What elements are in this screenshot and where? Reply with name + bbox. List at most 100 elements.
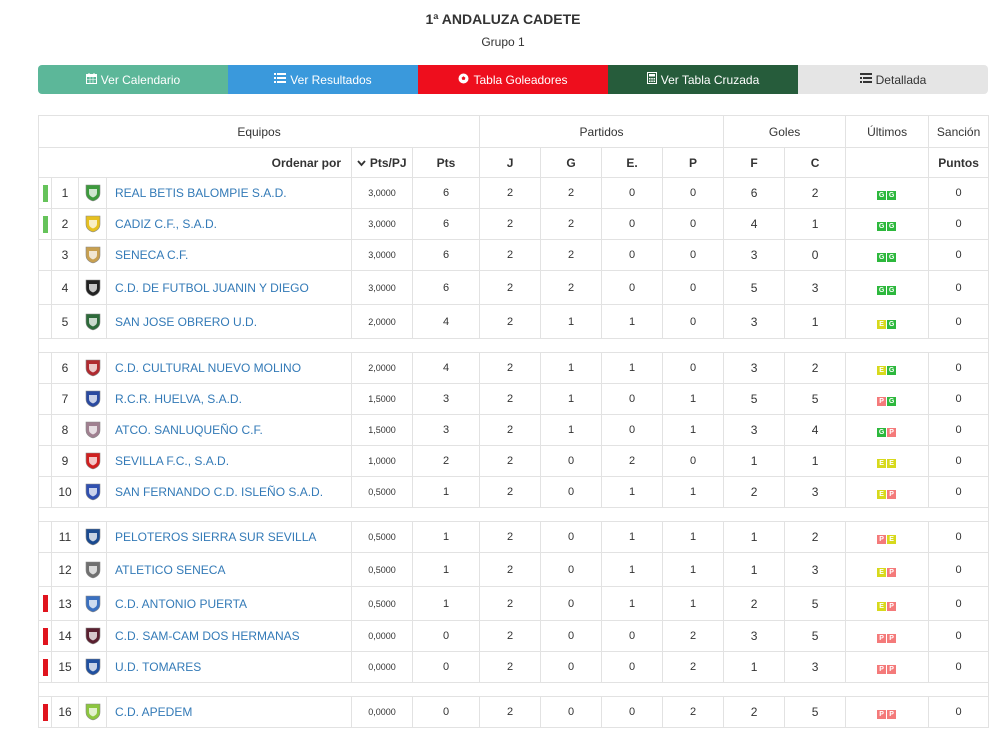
- f-cell: 2: [723, 476, 786, 508]
- g-cell: 0: [540, 445, 603, 477]
- sancion-cell: 0: [928, 304, 990, 339]
- c-cell: 3: [784, 270, 847, 305]
- ultimos-cell: PP: [845, 696, 930, 728]
- team-name-cell: SENECA C.F.: [106, 239, 352, 271]
- team-link[interactable]: ATLETICO SENECA: [115, 563, 225, 577]
- c-cell: 3: [784, 476, 847, 508]
- ordenar-por-label: Ordenar por: [38, 147, 352, 178]
- team-crest-icon[interactable]: [85, 246, 101, 264]
- team-link[interactable]: SAN JOSE OBRERO U.D.: [115, 315, 257, 329]
- g-cell: 0: [540, 696, 603, 728]
- e-cell: 0: [601, 651, 664, 683]
- team-crest-icon[interactable]: [85, 359, 101, 377]
- no-marker: [38, 304, 52, 339]
- sort-p-header[interactable]: P: [662, 147, 725, 178]
- sort-f-header[interactable]: F: [723, 147, 786, 178]
- pts-pj-cell: 0,5000: [351, 521, 413, 553]
- team-crest-icon[interactable]: [85, 561, 101, 579]
- e-cell: 0: [601, 383, 664, 415]
- team-link[interactable]: C.D. DE FUTBOL JUANIN Y DIEGO: [115, 281, 309, 295]
- team-name-cell: R.C.R. HUELVA, S.A.D.: [106, 383, 352, 415]
- pts-cell: 0: [411, 696, 481, 728]
- position-cell: 16: [51, 696, 79, 728]
- detallada-button[interactable]: Detallada: [798, 65, 988, 94]
- result-badge: P: [887, 634, 897, 643]
- team-link[interactable]: C.D. ANTONIO PUERTA: [115, 597, 247, 611]
- sort-pts-header[interactable]: Pts: [411, 147, 481, 178]
- team-link[interactable]: SENECA C.F.: [115, 248, 188, 262]
- result-badge: P: [877, 397, 887, 406]
- team-crest-icon[interactable]: [85, 658, 101, 676]
- pts-cell: 1: [411, 552, 481, 587]
- team-crest-icon[interactable]: [85, 313, 101, 331]
- sort-e-header[interactable]: E.: [601, 147, 664, 178]
- standings-table-container: Equipos Partidos Goles Últimos Sanción O…: [37, 115, 990, 728]
- team-crest-icon[interactable]: [85, 595, 101, 613]
- team-link[interactable]: U.D. TOMARES: [115, 660, 201, 674]
- team-link[interactable]: C.D. APEDEM: [115, 705, 192, 719]
- separator-cell: [37, 338, 990, 353]
- team-crest-icon[interactable]: [85, 483, 101, 501]
- position-cell: 14: [51, 620, 79, 652]
- team-crest-icon[interactable]: [85, 627, 101, 645]
- list-icon: [274, 73, 287, 86]
- team-crest-icon[interactable]: [85, 390, 101, 408]
- g-cell: 2: [540, 239, 603, 271]
- f-cell: 1: [723, 651, 786, 683]
- j-cell: 2: [479, 651, 542, 683]
- table-icon: [859, 73, 872, 86]
- team-name-cell: ATCO. SANLUQUEÑO C.F.: [106, 414, 352, 446]
- g-cell: 0: [540, 476, 603, 508]
- team-link[interactable]: R.C.R. HUELVA, S.A.D.: [115, 392, 242, 406]
- ver-tabla-cruzada-button[interactable]: Ver Tabla Cruzada: [608, 65, 798, 94]
- result-badge: E: [877, 601, 887, 611]
- result-badge: E: [877, 567, 887, 577]
- j-cell: 2: [479, 445, 542, 477]
- team-link[interactable]: PELOTEROS SIERRA SUR SEVILLA: [115, 530, 316, 544]
- team-crest-icon[interactable]: [85, 528, 101, 546]
- ultimos-cell: PE: [845, 521, 930, 553]
- team-crest-icon[interactable]: [85, 215, 101, 233]
- result-badge: G: [887, 191, 897, 200]
- sort-pts-pj-header[interactable]: Pts/PJ: [351, 147, 413, 178]
- team-link[interactable]: SAN FERNANDO C.D. ISLEÑO S.A.D.: [115, 485, 323, 499]
- ver-resultados-button[interactable]: Ver Resultados: [228, 65, 418, 94]
- no-marker: [38, 521, 52, 553]
- ultimos-cell: GP: [845, 414, 930, 446]
- team-crest-icon[interactable]: [85, 184, 101, 202]
- table-row: 12 ATLETICO SENECA 0,5000 1 2 0 1 1 1 3 E P 0: [38, 552, 990, 587]
- c-cell: 1: [784, 208, 847, 240]
- team-link[interactable]: ATCO. SANLUQUEÑO C.F.: [115, 423, 263, 437]
- sort-j-header[interactable]: J: [479, 147, 542, 178]
- no-marker: [38, 270, 52, 305]
- team-link[interactable]: C.D. SAM-CAM DOS HERMANAS: [115, 629, 300, 643]
- position-cell: 7: [51, 383, 79, 415]
- sort-c-header[interactable]: C: [784, 147, 847, 178]
- team-link[interactable]: REAL BETIS BALOMPIE S.A.D.: [115, 186, 287, 200]
- e-cell: 2: [601, 445, 664, 477]
- view-button-bar: Ver Calendario Ver Resultados Tabla Gole…: [38, 65, 988, 94]
- team-crest-icon[interactable]: [85, 703, 101, 721]
- result-badge: G: [887, 253, 897, 262]
- separator-cell: [37, 507, 990, 522]
- position-cell: 2: [51, 208, 79, 240]
- chevron-down-icon: [357, 156, 367, 170]
- table-row: 14 C.D. SAM-CAM DOS HERMANAS 0,0000 0 2 0 0 2 3 5…: [38, 620, 990, 652]
- soccer-ball-icon: [458, 73, 469, 87]
- team-crest-cell: [78, 270, 107, 305]
- team-link[interactable]: CADIZ C.F., S.A.D.: [115, 217, 217, 231]
- team-link[interactable]: C.D. CULTURAL NUEVO MOLINO: [115, 361, 301, 375]
- pts-cell: 6: [411, 177, 481, 209]
- team-crest-icon[interactable]: [85, 279, 101, 297]
- f-cell: 1: [723, 552, 786, 587]
- pts-cell: 6: [411, 208, 481, 240]
- team-link[interactable]: SEVILLA F.C., S.A.D.: [115, 454, 229, 468]
- team-crest-icon[interactable]: [85, 421, 101, 439]
- result-badge: G: [877, 191, 887, 200]
- ver-calendario-button[interactable]: Ver Calendario: [38, 65, 228, 94]
- team-crest-icon[interactable]: [85, 452, 101, 470]
- tabla-goleadores-button[interactable]: Tabla Goleadores: [418, 65, 608, 94]
- sort-g-header[interactable]: G: [540, 147, 603, 178]
- puntos-subheader: Puntos: [928, 147, 990, 178]
- pts-cell: 3: [411, 383, 481, 415]
